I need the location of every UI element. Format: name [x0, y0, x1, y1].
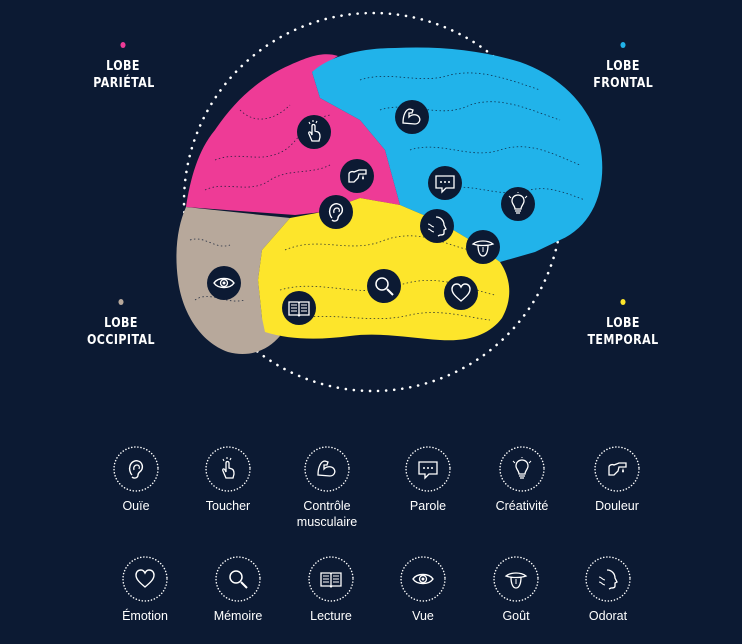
ear-icon: [113, 446, 159, 492]
legend-item-controle-musculaire: Contrôle musculaire: [277, 445, 377, 530]
legend-label: Odorat: [588, 609, 628, 623]
legend-item-odorat: Odorat: [558, 555, 658, 624]
legend-label: Parole: [409, 499, 447, 513]
legend-label: Émotion: [122, 609, 168, 623]
brain-heart-icon: [444, 276, 478, 310]
touch-icon: [205, 446, 251, 492]
brain-muscle-icon: [395, 100, 429, 134]
brain-diagram: [176, 11, 603, 393]
heart-icon: [122, 556, 168, 602]
legend-item-lecture: Lecture: [281, 555, 381, 624]
brain-ear-icon: [319, 195, 353, 229]
book-icon: [308, 556, 354, 602]
pain-icon: [594, 446, 640, 492]
brain-pain-icon: [340, 159, 374, 193]
legend-item-memoire: Mémoire: [188, 555, 288, 624]
brain-eye-icon: [207, 266, 241, 300]
brain-touch-icon: [297, 115, 331, 149]
magnifier-icon: [215, 556, 261, 602]
legend-item-creativite: Créativité: [472, 445, 572, 514]
brain-speech-icon: [428, 166, 462, 200]
legend-label: Vue: [412, 609, 434, 623]
eye-icon: [400, 556, 446, 602]
legend-item-douleur: Douleur: [567, 445, 667, 514]
legend-item-vue: Vue: [373, 555, 473, 624]
legend-label: Goût: [502, 609, 530, 623]
speech-bubble-icon: [405, 446, 451, 492]
lightbulb-icon: [499, 446, 545, 492]
legend-item-gout: Goût: [466, 555, 566, 624]
legend-label: Douleur: [595, 499, 639, 513]
legend-label: Créativité: [495, 499, 549, 513]
legend-label: Lecture: [310, 609, 352, 623]
tongue-icon: [493, 556, 539, 602]
legend-label: Mémoire: [213, 609, 263, 623]
muscle-icon: [304, 446, 350, 492]
brain-tongue-icon: [466, 230, 500, 264]
legend-item-ouie: Ouïe: [86, 445, 186, 514]
legend-label: Ouïe: [122, 499, 150, 513]
brain-smell-icon: [420, 209, 454, 243]
smell-icon: [585, 556, 631, 602]
brain-book-icon: [282, 291, 316, 325]
legend-label: Contrôle musculaire: [296, 499, 358, 529]
brain-bulb-icon: [501, 187, 535, 221]
legend-item-parole: Parole: [378, 445, 478, 514]
brain-magnifier-icon: [367, 269, 401, 303]
legend-item-emotion: Émotion: [95, 555, 195, 624]
legend-item-toucher: Toucher: [178, 445, 278, 514]
legend-label: Toucher: [205, 499, 251, 513]
